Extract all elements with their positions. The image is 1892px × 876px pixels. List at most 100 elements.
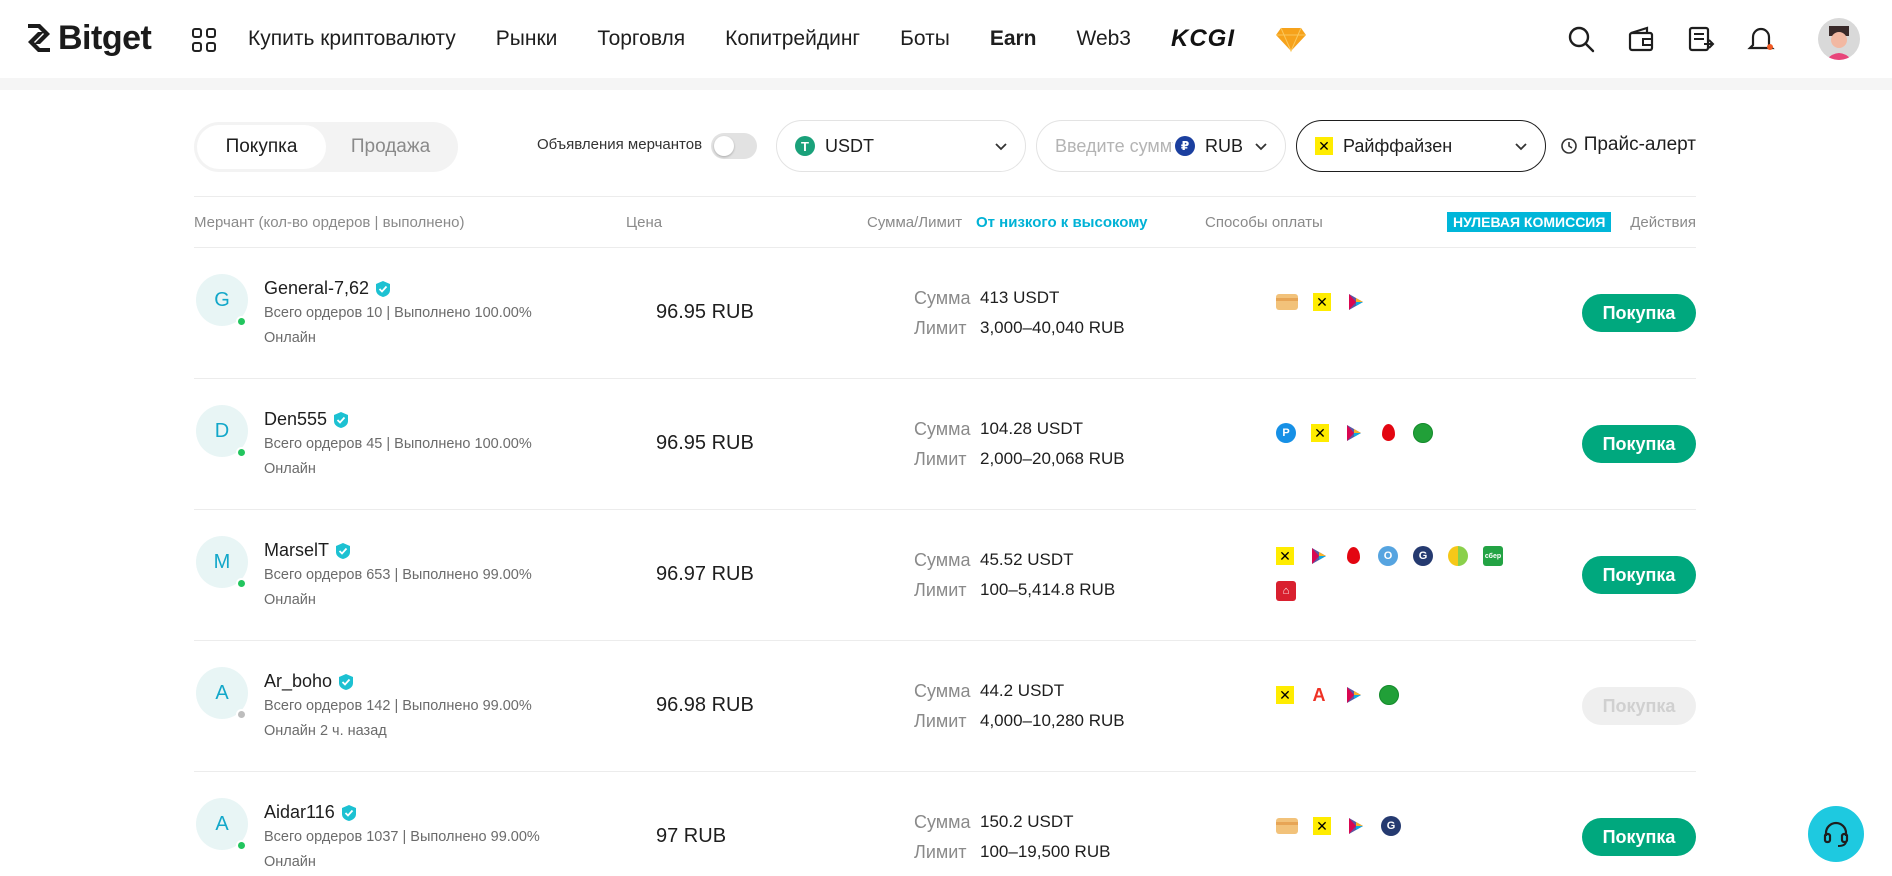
headset-icon [1823,821,1849,847]
yandex-bank-icon [1448,546,1468,566]
verified-badge-icon [336,542,351,559]
payeer-icon: P [1276,423,1296,443]
table-row: A Ar_boho Всего ордеров 142 | Выполнено … [194,641,1696,772]
search-icon[interactable] [1564,22,1598,56]
sberbank-icon [1379,685,1399,705]
payment-methods: ✕ A [1276,685,1516,705]
merchant-stats: Всего ордеров 10 | Выполнено 100.00% [264,305,532,321]
table-row: M MarselT Всего ордеров 653 | Выполнено … [194,510,1696,641]
nav-markets[interactable]: Рынки [496,27,558,51]
offer-limit: 4,000–10,280 RUB [980,711,1125,730]
merchant-name[interactable]: Aidar116 [264,802,357,823]
payment-methods: ✕ G [1276,816,1516,836]
sort-low-to-high[interactable]: От низкого к высокому [976,214,1148,231]
nav-bots[interactable]: Боты [900,27,950,51]
chevron-down-icon [995,143,1007,151]
merchant-name-text[interactable]: MarselT [264,540,329,561]
offer-price: 97 RUB [656,825,727,847]
usdt-icon: T [795,136,815,156]
payment-method-select[interactable]: ✕ Райффайзен [1296,120,1546,172]
gazprombank-icon: G [1381,816,1401,836]
offer-price: 96.97 RUB [656,563,754,585]
raiffeisen-icon: ✕ [1313,817,1331,835]
merchant-name-text[interactable]: General-7,62 [264,278,369,299]
user-avatar[interactable] [1818,18,1860,60]
amount-label: Сумма [914,812,971,832]
col-price: Цена [626,214,663,231]
merchant-stats: Всего ордеров 142 | Выполнено 99.00% [264,698,532,714]
apps-grid-icon[interactable] [192,28,216,52]
raiffeisen-icon: ✕ [1276,686,1294,704]
offer-limit: 100–5,414.8 RUB [980,580,1116,599]
verified-badge-icon [339,673,354,690]
buy-button[interactable]: Покупка [1582,425,1696,463]
merchant-online-status: Онлайн [264,854,316,870]
coin-select[interactable]: T USDT [776,120,1026,172]
buy-button[interactable]: Покупка [1582,818,1696,856]
offer-limit: 100–19,500 RUB [980,842,1111,861]
offline-status-dot [236,709,247,720]
nav-buy-crypto[interactable]: Купить криптовалюту [248,27,456,51]
sberbank-card-icon: сбер [1483,546,1503,566]
payment-methods: ✕ [1276,292,1516,312]
col-payment-methods: Способы оплаты [1205,214,1323,231]
ozon-bank-icon: O [1378,546,1398,566]
raiffeisen-icon: ✕ [1315,137,1333,155]
buy-tab[interactable]: Покупка [197,125,326,169]
home-credit-icon: ⌂ [1276,581,1296,601]
currency-select-value[interactable]: RUB [1205,136,1243,157]
raiffeisen-icon: ✕ [1313,293,1331,311]
nav-web3[interactable]: Web3 [1077,27,1131,51]
price-alert-button[interactable]: Прайс-алерт [1560,134,1696,156]
online-status-dot [236,840,247,851]
offer-amount: 150.2 USDT [980,812,1074,831]
buy-button-disabled[interactable]: Покупка [1582,687,1696,725]
zero-fee-badge: НУЛЕВАЯ КОМИССИЯ [1447,212,1612,232]
offer-amount: 104.28 USDT [980,419,1083,438]
offers-table: Мерчант (кол-во ордеров | выполнено) Цен… [194,196,1696,876]
coin-select-value: USDT [825,135,874,156]
nav-earn[interactable]: Earn [990,27,1037,51]
buy-sell-toggle: Покупка Продажа [194,122,458,172]
merchant-name[interactable]: Ar_boho [264,671,354,692]
merchant-name-text[interactable]: Ar_boho [264,671,332,692]
buy-button[interactable]: Покупка [1582,294,1696,332]
bitget-logo[interactable]: Bitget [24,18,152,58]
payment-method-value: Райффайзен [1343,135,1453,156]
sell-tab[interactable]: Продажа [326,125,455,169]
merchant-name-text[interactable]: Aidar116 [264,802,335,823]
mts-bank-icon [1382,424,1395,441]
limit-label: Лимит [914,842,967,862]
merchant-name-text[interactable]: Den555 [264,409,327,430]
sbp-icon [1312,548,1326,564]
rub-icon: ₽ [1175,136,1195,156]
buy-button[interactable]: Покупка [1582,556,1696,594]
amount-input[interactable]: Введите сумму ₽ RUB [1036,120,1286,172]
nav-trading[interactable]: Торговля [597,27,685,51]
amount-placeholder: Введите сумму [1055,135,1173,156]
merchant-online-status: Онлайн [264,461,316,477]
sbp-icon [1349,294,1363,310]
merchant-stats: Всего ордеров 45 | Выполнено 100.00% [264,436,532,452]
nav-copy-trading[interactable]: Копитрейдинг [725,27,860,51]
col-actions: Действия [1630,214,1696,231]
wallet-icon[interactable] [1624,22,1658,56]
limit-label: Лимит [914,580,967,600]
bank-card-icon [1276,818,1298,834]
notification-bell-icon[interactable] [1744,22,1778,56]
amount-label: Сумма [914,419,971,439]
amount-label: Сумма [914,550,971,570]
offer-limit: 3,000–40,040 RUB [980,318,1125,337]
merchant-ads-switch[interactable] [711,133,757,159]
top-header: Bitget Купить криптовалюту Рынки Торговл… [0,0,1892,78]
merchant-name[interactable]: General-7,62 [264,278,391,299]
orders-icon[interactable] [1684,22,1718,56]
support-chat-button[interactable] [1808,806,1864,862]
table-row: A Aidar116 Всего ордеров 1037 | Выполнен… [194,772,1696,876]
merchant-name[interactable]: MarselT [264,540,351,561]
kcgi-logo[interactable]: KCGI [1171,25,1235,53]
main-nav: Купить криптовалюту Рынки Торговля Копит… [248,20,1307,58]
merchant-name[interactable]: Den555 [264,409,349,430]
vip-diamond-icon[interactable] [1275,25,1307,53]
online-status-dot [236,447,247,458]
